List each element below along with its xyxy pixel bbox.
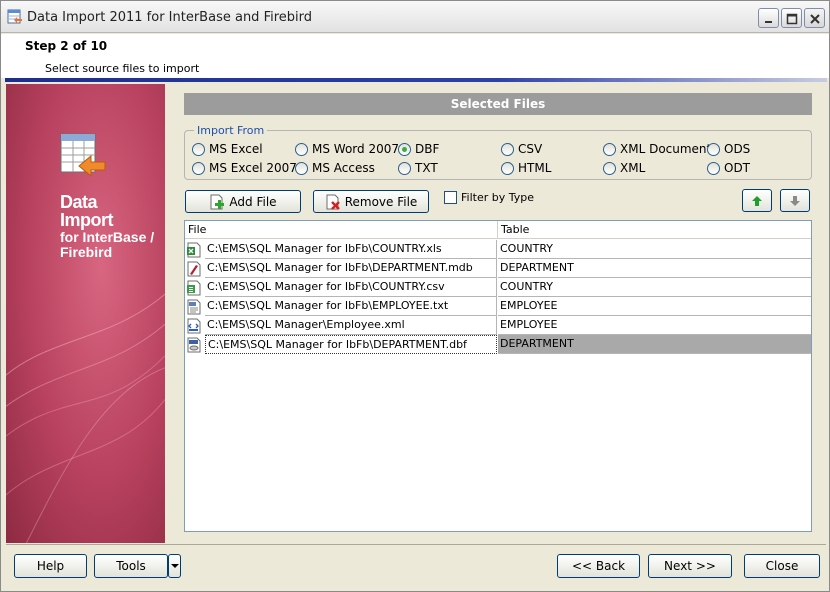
file-path-cell[interactable]: C:\EMS\SQL Manager for IbFb\COUNTRY.xls <box>205 240 497 259</box>
window-title: Data Import 2011 for InterBase and Fireb… <box>27 10 312 25</box>
file-path-cell[interactable]: C:\EMS\SQL Manager for IbFb\DEPARTMENT.m… <box>205 259 497 278</box>
radio-indicator <box>603 161 616 175</box>
import-from-label: Import From <box>194 124 268 137</box>
remove-file-icon <box>326 194 340 210</box>
radio-odt[interactable]: ODT <box>707 160 750 176</box>
radio-xml[interactable]: XML <box>603 160 645 176</box>
close-window-button[interactable] <box>804 8 825 28</box>
table-name-cell[interactable]: EMPLOYEE <box>498 297 811 316</box>
column-header-file[interactable]: File <box>188 223 206 236</box>
table-header: File Table <box>185 221 811 239</box>
banner-title-line3: for InterBase / Firebird <box>60 229 155 260</box>
table-row[interactable]: C:\EMS\SQL Manager for IbFb\DEPARTMENT.m… <box>185 259 811 278</box>
radio-indicator <box>295 142 308 156</box>
radio-csv[interactable]: CSV <box>501 141 542 157</box>
table-row-selected[interactable]: C:\EMS\SQL Manager for IbFb\DEPARTMENT.d… <box>185 335 811 354</box>
title-bar: Data Import 2011 for InterBase and Fireb… <box>1 1 829 33</box>
app-icon <box>7 9 23 25</box>
maximize-button[interactable] <box>781 8 802 28</box>
filter-by-type-checkbox[interactable]: Filter by Type <box>444 191 534 204</box>
table-row[interactable]: C:\EMS\SQL Manager\Employee.xml EMPLOYEE <box>185 316 811 335</box>
column-separator <box>497 221 498 239</box>
next-button[interactable]: Next >> <box>648 554 732 578</box>
file-path-cell[interactable]: C:\EMS\SQL Manager for IbFb\DEPARTMENT.d… <box>205 335 497 354</box>
add-file-icon <box>210 194 225 209</box>
table-row[interactable]: C:\EMS\SQL Manager for IbFb\COUNTRY.xls … <box>185 240 811 259</box>
step-title: Step 2 of 10 <box>25 39 108 53</box>
step-subtitle: Select source files to import <box>45 62 200 75</box>
banner-title-line2: Import <box>60 210 114 230</box>
radio-ms-access[interactable]: MS Access <box>295 160 375 176</box>
selected-files-header: Selected Files <box>184 93 812 115</box>
radio-indicator <box>192 142 205 156</box>
file-path-cell[interactable]: C:\EMS\SQL Manager for IbFb\EMPLOYEE.txt <box>205 297 497 316</box>
arrow-down-icon <box>790 195 800 206</box>
radio-html[interactable]: HTML <box>501 160 551 176</box>
radio-dbf[interactable]: DBF <box>398 141 439 157</box>
radio-indicator <box>707 142 720 156</box>
table-row[interactable]: C:\EMS\SQL Manager for IbFb\EMPLOYEE.txt… <box>185 297 811 316</box>
files-table[interactable]: File Table C:\EMS\SQL Manager for IbFb\C… <box>184 220 812 532</box>
arrow-up-icon <box>752 195 762 206</box>
table-name-cell[interactable]: DEPARTMENT <box>498 259 811 278</box>
tools-button[interactable]: Tools <box>94 554 168 578</box>
tools-dropdown-button[interactable] <box>168 554 181 578</box>
help-button[interactable]: Help <box>14 554 87 578</box>
close-icon <box>810 14 820 24</box>
radio-txt[interactable]: TXT <box>398 160 438 176</box>
radio-ods[interactable]: ODS <box>707 141 750 157</box>
maximize-icon <box>786 13 798 25</box>
minimize-button[interactable] <box>758 8 779 28</box>
move-down-button[interactable] <box>780 189 810 212</box>
dbf-file-icon <box>186 337 202 356</box>
app-window: Data Import 2011 for InterBase and Fireb… <box>0 0 830 592</box>
radio-ms-excel[interactable]: MS Excel <box>192 141 263 157</box>
wizard-header: Step 2 of 10 Select source files to impo… <box>1 34 829 78</box>
radio-indicator-selected <box>398 142 411 156</box>
radio-ms-excel-2007[interactable]: MS Excel 2007 <box>192 160 297 176</box>
chevron-down-icon <box>170 564 179 568</box>
column-header-table[interactable]: Table <box>501 223 529 236</box>
radio-xml-document[interactable]: XML Document <box>603 141 711 157</box>
radio-indicator <box>603 142 616 156</box>
table-name-cell[interactable]: COUNTRY <box>498 240 811 259</box>
table-name-cell[interactable]: DEPARTMENT <box>498 335 811 354</box>
remove-file-button[interactable]: Remove File <box>313 190 429 213</box>
table-row[interactable]: C:\EMS\SQL Manager for IbFb\COUNTRY.csv … <box>185 278 811 297</box>
file-path-cell[interactable]: C:\EMS\SQL Manager for IbFb\COUNTRY.csv <box>205 278 497 297</box>
radio-ms-word-2007[interactable]: MS Word 2007 <box>295 141 399 157</box>
close-button[interactable]: Close <box>744 554 820 578</box>
file-path-cell[interactable]: C:\EMS\SQL Manager\Employee.xml <box>205 316 497 335</box>
radio-indicator <box>707 161 720 175</box>
radio-indicator <box>295 161 308 175</box>
footer-divider <box>6 544 826 545</box>
radio-indicator <box>192 161 205 175</box>
move-up-button[interactable] <box>742 189 772 212</box>
minimize-icon <box>765 21 772 23</box>
radio-indicator <box>398 161 411 175</box>
table-name-cell[interactable]: COUNTRY <box>498 278 811 297</box>
radio-indicator <box>501 142 514 156</box>
checkbox-box <box>444 191 457 204</box>
add-file-button[interactable]: Add File <box>185 190 301 213</box>
side-banner: Data Import for InterBase / Firebird <box>6 84 165 543</box>
radio-indicator <box>501 161 514 175</box>
back-button[interactable]: << Back <box>557 554 640 578</box>
table-name-cell[interactable]: EMPLOYEE <box>498 316 811 335</box>
header-accent-bar <box>5 78 827 82</box>
data-import-logo-icon <box>59 132 107 185</box>
